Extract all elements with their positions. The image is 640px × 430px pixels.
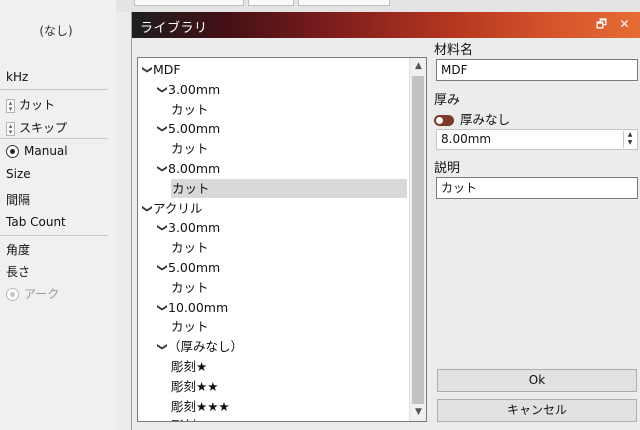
no-thickness-label: 厚みなし	[460, 112, 511, 127]
tree-thickness-node[interactable]: ❯3.00mm	[153, 80, 221, 99]
tree-item-label: 彫刻★★★	[171, 398, 230, 414]
tree-item-label: 10.00mm	[168, 299, 229, 315]
tree-item-label: 彫刻★★	[171, 378, 219, 394]
library-dialog: ライブラリ 🗗 ✕ ❯MDF ❯3.00mm カット ❯5.00mm カット ❯8.00m…	[131, 12, 640, 430]
description-input[interactable]: カット	[436, 177, 638, 199]
tree-leaf-item[interactable]: カット	[171, 178, 407, 198]
tree-item-label: MDF	[153, 62, 181, 77]
skip-stepper-row[interactable]: ▴ ▾ スキップ	[6, 119, 67, 136]
chevron-down-icon[interactable]: ❯	[138, 204, 157, 216]
ok-button[interactable]: Ok	[437, 369, 637, 392]
none-label: (なし)	[39, 24, 73, 38]
tree-leaf-item[interactable]: カット	[171, 139, 209, 158]
no-thickness-toggle-row[interactable]: 厚みなし	[434, 109, 510, 128]
arc-label: アーク	[24, 287, 60, 301]
tree-leaf-item[interactable]: 彫刻★	[171, 357, 207, 376]
chevron-down-icon[interactable]: ❯	[153, 264, 172, 276]
manual-label: Manual	[24, 144, 68, 158]
stepper-icon[interactable]: ▴ ▾	[6, 98, 15, 113]
divider	[0, 235, 108, 236]
manual-radio[interactable]: Manual	[6, 144, 68, 158]
angle-label: 角度	[6, 243, 31, 257]
tree-item-label: アクリル	[153, 200, 203, 216]
thickness-label: 厚み	[434, 93, 461, 108]
tree-item-label: カット	[171, 319, 209, 335]
material-tree[interactable]: ❯MDF ❯3.00mm カット ❯5.00mm カット ❯8.00mm カット ❯アクリル ❯…	[137, 57, 427, 422]
chevron-down-icon[interactable]: ❯	[153, 343, 172, 355]
tab-count-label: Tab Count	[6, 215, 66, 229]
toggle-switch-icon[interactable]	[434, 115, 454, 126]
tree-leaf-item[interactable]: 彫刻★★	[171, 377, 218, 396]
chevron-down-icon[interactable]: ❯	[153, 125, 172, 137]
tree-item-label: カット	[171, 101, 209, 117]
radio-selected-icon[interactable]	[6, 145, 19, 158]
tree-thickness-node[interactable]: ❯5.00mm	[153, 119, 221, 138]
tree-category-node[interactable]: ❯MDF	[141, 60, 181, 79]
thickness-spinbox[interactable]: 8.00mm ▲ ▼	[436, 129, 638, 150]
chevron-down-icon[interactable]: ❯	[138, 66, 157, 78]
chevron-down-icon[interactable]: ❯	[153, 303, 172, 315]
restore-icon[interactable]: 🗗	[594, 17, 609, 32]
tree-thickness-node[interactable]: ❯5.00mm	[153, 258, 221, 277]
divider	[0, 138, 108, 139]
spin-arrows-icon[interactable]: ▲ ▼	[623, 131, 636, 148]
tree-thickness-node[interactable]: ❯8.00mm	[153, 159, 221, 178]
cut-stepper-row[interactable]: ▴ ▾ カット	[6, 96, 55, 113]
interval-label: 間隔	[6, 193, 31, 207]
dialog-title-bar[interactable]: ライブラリ 🗗 ✕	[132, 12, 640, 38]
cancel-button[interactable]: キャンセル	[437, 399, 637, 422]
tree-scrollbar[interactable]: ▲ ▼	[409, 58, 426, 421]
tree-item-label: 5.00mm	[168, 260, 221, 275]
tree-thickness-node[interactable]: ❯10.00mm	[153, 298, 229, 317]
tree-item-label: 5.00mm	[168, 121, 221, 137]
radio-disabled-icon[interactable]	[6, 288, 19, 301]
tree-item-label: 3.00mm	[168, 220, 221, 236]
tree-thickness-node[interactable]: ❯3.00mm	[153, 218, 221, 237]
scroll-up-icon[interactable]: ▲	[410, 58, 426, 75]
unit-label: kHz	[6, 70, 29, 84]
cut-label: カット	[19, 98, 56, 112]
tree-leaf-item[interactable]: カット	[171, 317, 209, 336]
description-label: 説明	[434, 161, 461, 176]
tree-item-label: カット	[171, 279, 209, 295]
chevron-down-icon[interactable]: ❯	[153, 224, 172, 236]
dialog-title: ライブラリ	[140, 21, 208, 36]
close-icon[interactable]: ✕	[617, 17, 632, 32]
stepper-icon[interactable]: ▴ ▾	[6, 121, 15, 136]
scroll-down-icon[interactable]: ▼	[410, 404, 426, 421]
size-label: Size	[6, 167, 31, 181]
chevron-down-icon[interactable]: ❯	[153, 85, 172, 97]
background-tab-strip	[116, 0, 640, 12]
tree-item-label: 8.00mm	[168, 161, 221, 176]
settings-side-panel: (なし) kHz ▴ ▾ カット ▴ ▾ スキップ Manual Size 間隔 Tab…	[0, 0, 116, 430]
arc-radio[interactable]: アーク	[6, 285, 59, 302]
tree-category-node[interactable]: ❯アクリル	[138, 199, 203, 218]
chevron-down-icon[interactable]: ❯	[153, 165, 172, 177]
skip-label: スキップ	[19, 121, 68, 135]
tree-item-label: カット	[171, 141, 209, 157]
thickness-value: 8.00mm	[441, 132, 492, 146]
tree-thickness-node[interactable]: ❯（厚みなし）	[153, 337, 244, 356]
material-name-input[interactable]: MDF	[436, 59, 638, 81]
tree-leaf-item[interactable]: 彫刻★★★	[171, 397, 230, 416]
scroll-thumb[interactable]	[412, 76, 424, 404]
tree-leaf-item[interactable]: カット	[171, 278, 209, 297]
tree-item-label: 彫刻★	[171, 359, 208, 374]
background-tab[interactable]	[298, 0, 390, 6]
length-label: 長さ	[6, 265, 31, 279]
background-tab[interactable]	[248, 0, 294, 6]
material-name-label: 材料名	[434, 43, 474, 58]
tree-leaf-item[interactable]: 彫刻☆	[171, 416, 207, 421]
tree-item-label: （厚みなし）	[168, 339, 244, 355]
tree-item-label: 3.00mm	[168, 81, 221, 97]
divider	[0, 89, 108, 90]
tree-leaf-item[interactable]: カット	[171, 100, 209, 119]
background-tab[interactable]	[134, 0, 244, 6]
tree-item-label: カット	[171, 240, 209, 256]
tree-item-label: 彫刻☆	[171, 418, 207, 421]
tree-leaf-item[interactable]: カット	[171, 238, 209, 257]
tree-item-label: カット	[171, 178, 407, 198]
